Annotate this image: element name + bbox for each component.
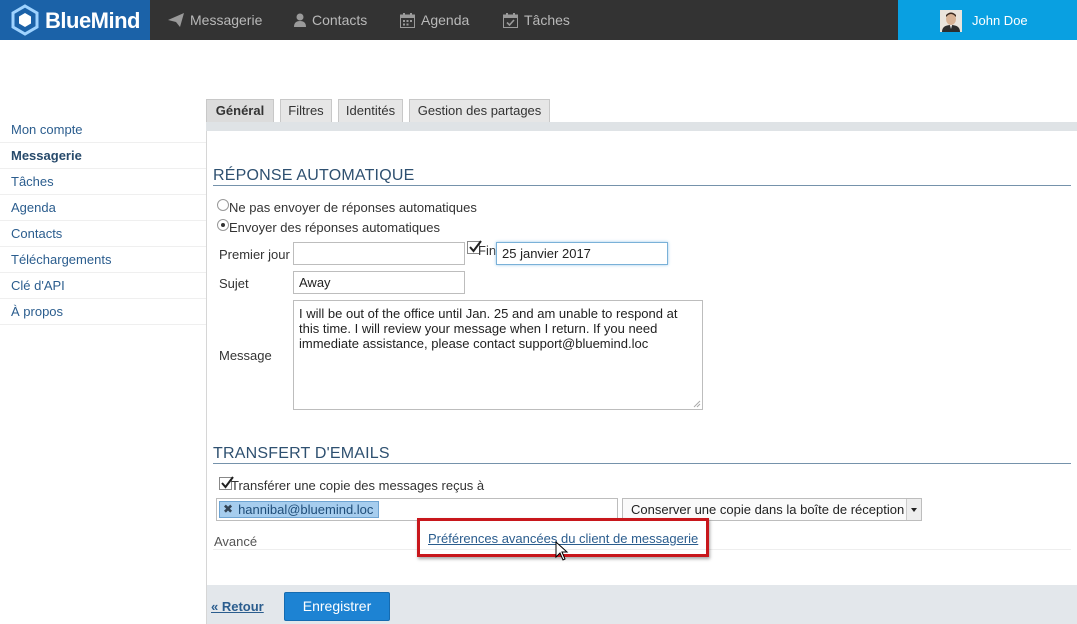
user-avatar-icon <box>940 10 962 32</box>
message-textarea[interactable]: I will be out of the office until Jan. 2… <box>293 300 703 410</box>
first-day-input[interactable] <box>293 242 465 265</box>
nav-label: Messagerie <box>190 12 263 28</box>
mouse-pointer-icon <box>555 541 569 561</box>
sidebar-item-agenda[interactable]: Agenda <box>0 195 206 221</box>
sidebar-item-contacts[interactable]: Contacts <box>0 221 206 247</box>
nav-agenda[interactable]: Agenda <box>400 0 469 40</box>
top-bar: BlueMind Messagerie Contacts Agenda Tâch… <box>0 0 1077 40</box>
tab-strip <box>206 122 1077 131</box>
nav-taches[interactable]: Tâches <box>503 0 570 40</box>
sidebar-item-a-propos[interactable]: À propos <box>0 299 206 325</box>
advanced-label: Avancé <box>214 534 258 549</box>
forward-section-title: TRANSFERT D'EMAILS <box>213 445 390 462</box>
calendar-icon <box>400 12 415 28</box>
message-label: Message <box>219 348 272 363</box>
sidebar-item-telechargements[interactable]: Téléchargements <box>0 247 206 273</box>
recipient-chip: ✖ hannibal@bluemind.loc <box>219 501 380 518</box>
save-button[interactable]: Enregistrer <box>284 592 390 621</box>
nav-contacts[interactable]: Contacts <box>294 0 367 40</box>
radio-send-autoreply-label: Envoyer des réponses automatiques <box>229 220 441 235</box>
bluemind-logo-icon <box>11 4 39 36</box>
forward-checkbox-label: Transférer une copie des messages reçus … <box>231 478 485 493</box>
sidebar-item-taches[interactable]: Tâches <box>0 169 206 195</box>
subject-input[interactable] <box>293 271 465 294</box>
first-day-label: Premier jour <box>219 247 290 262</box>
avatar <box>940 10 962 32</box>
sidebar-item-cle-api[interactable]: Clé d'API <box>0 273 206 299</box>
subject-label: Sujet <box>219 276 249 291</box>
tab-general[interactable]: Général <box>206 99 274 122</box>
section-divider <box>213 463 1071 464</box>
user-menu[interactable]: John Doe <box>898 0 1077 40</box>
paper-plane-icon <box>168 13 184 27</box>
settings-sidebar: Mon compte Messagerie Tâches Agenda Cont… <box>0 117 206 325</box>
section-divider <box>213 185 1071 186</box>
nav-messagerie[interactable]: Messagerie <box>168 0 262 40</box>
brand-name: BlueMind <box>45 8 141 33</box>
nav-label: Tâches <box>524 12 570 28</box>
back-link[interactable]: « Retour <box>211 599 264 614</box>
autoreply-section-title: RÉPONSE AUTOMATIQUE <box>213 167 415 184</box>
recipient-address: hannibal@bluemind.loc <box>238 502 374 517</box>
radio-send-autoreply[interactable] <box>217 219 229 231</box>
sidebar-item-mon-compte[interactable]: Mon compte <box>0 117 206 143</box>
sidebar-divider <box>206 122 207 624</box>
radio-no-autoreply[interactable] <box>217 199 229 211</box>
chevron-down-icon <box>906 499 921 520</box>
radio-no-autoreply-label: Ne pas envoyer de réponses automatiques <box>229 200 477 215</box>
end-date-label: Fin <box>478 243 497 258</box>
tab-identites[interactable]: Identités <box>338 99 403 122</box>
nav-label: Contacts <box>312 12 368 28</box>
user-name: John Doe <box>972 13 1028 28</box>
person-icon <box>294 13 306 27</box>
end-date-input[interactable] <box>496 242 668 265</box>
message-text: I will be out of the office until Jan. 2… <box>299 306 678 351</box>
checklist-icon <box>503 12 518 28</box>
keep-copy-selected: Conserver une copie dans la boîte de réc… <box>631 502 905 517</box>
nav-label: Agenda <box>421 12 470 28</box>
tab-filtres[interactable]: Filtres <box>280 99 332 122</box>
app-logo[interactable]: BlueMind <box>0 0 150 40</box>
resize-grip-icon[interactable] <box>693 400 701 408</box>
tab-gestion-partages[interactable]: Gestion des partages <box>409 99 550 122</box>
sidebar-item-messagerie[interactable]: Messagerie <box>0 143 206 169</box>
remove-recipient-icon[interactable]: ✖ <box>223 502 233 517</box>
